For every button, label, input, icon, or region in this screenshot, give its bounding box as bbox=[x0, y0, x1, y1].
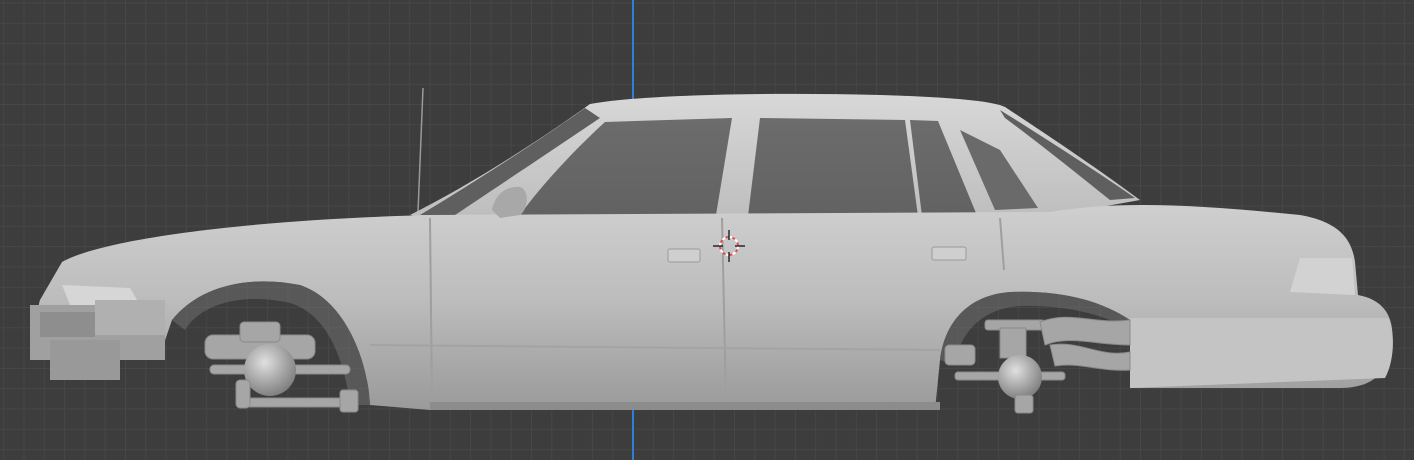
rear-door-handle bbox=[931, 246, 967, 261]
front-door-handle bbox=[667, 248, 701, 263]
3d-cursor-icon[interactable] bbox=[713, 230, 745, 262]
rear-bumper bbox=[1130, 318, 1393, 388]
front-bumper-lower bbox=[50, 340, 120, 380]
car-model[interactable] bbox=[0, 0, 1414, 460]
3d-viewport[interactable] bbox=[0, 0, 1414, 460]
rear-suspension bbox=[944, 316, 1131, 414]
front-bumper-detail bbox=[40, 312, 95, 337]
rocker-panel bbox=[430, 402, 940, 410]
tail-light bbox=[1290, 258, 1355, 295]
front-bumper-detail bbox=[95, 300, 165, 335]
rear-door-window bbox=[748, 118, 918, 216]
antenna bbox=[417, 87, 424, 213]
